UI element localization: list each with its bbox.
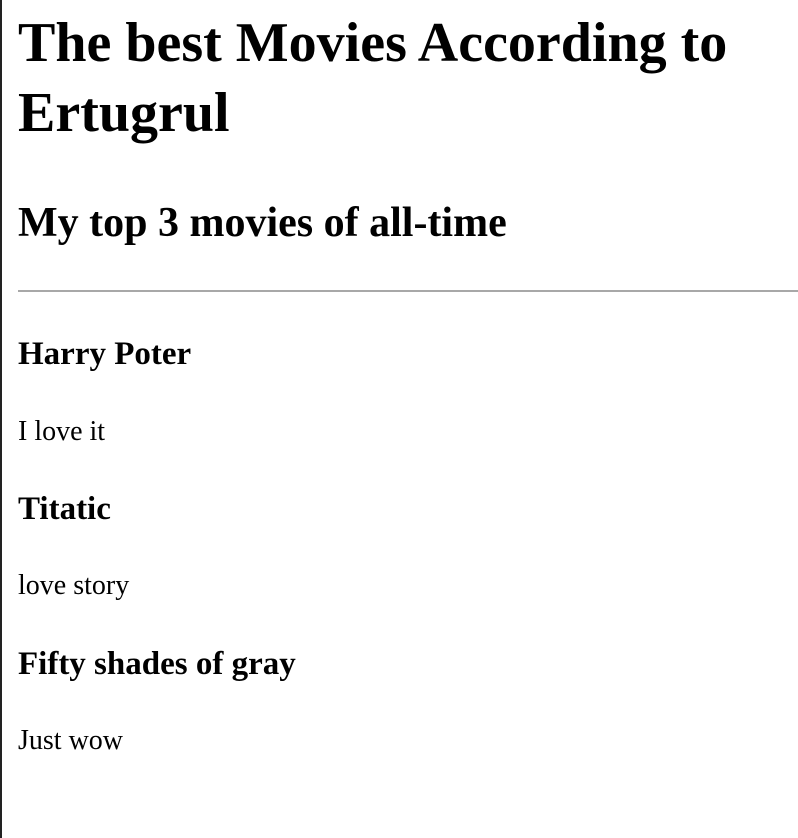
horizontal-rule [18,290,798,292]
movie-description-1: I love it [18,416,106,447]
window-left-edge [0,0,2,838]
movie-description-2: love story [18,570,130,601]
page-title: The best Movies According to Ertugrul [18,12,728,144]
movie-title-2: Titatic [18,491,111,527]
movie-title-3: Fifty shades of gray [18,646,296,682]
page-subtitle: My top 3 movies of all-time [18,200,507,246]
movie-title-1: Harry Poter [18,336,192,372]
movie-description-3: Just wow [18,725,124,756]
